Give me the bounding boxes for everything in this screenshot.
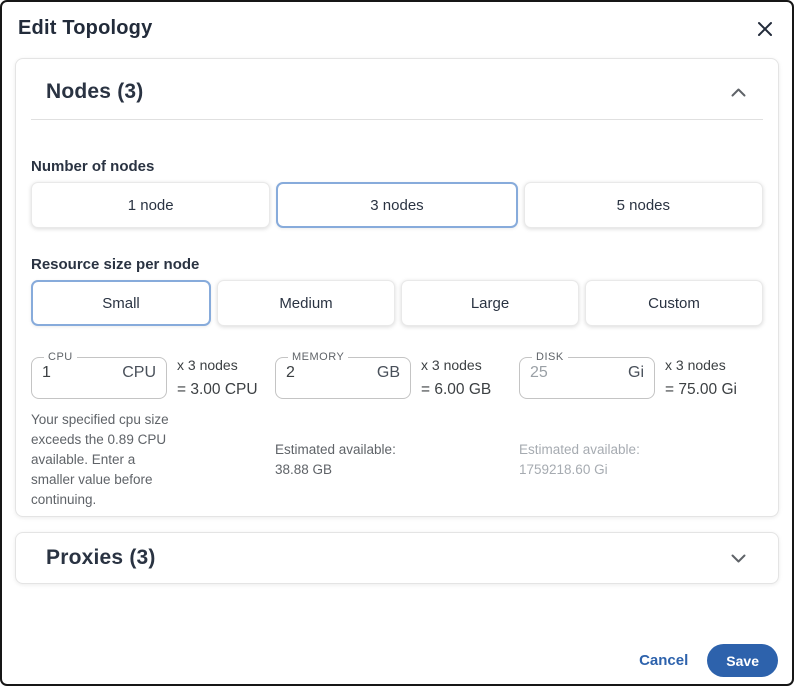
chevron-up-icon[interactable] [729,86,748,99]
disk-input-label: DISK [532,352,568,363]
node-count-options: 1 node 3 nodes 5 nodes [31,182,763,228]
dialog-title: Edit Topology [18,17,152,40]
resource-size-label: Resource size per node [31,256,763,273]
memory-multiplier: x 3 nodes = 6.00 GB [421,352,519,399]
disk-mult-total: = 75.00 Gi [665,381,763,399]
memory-resource-column: MEMORY GB x 3 nodes = 6.00 GB Estimated … [275,352,519,510]
cpu-input-box: CPU CPU [31,352,167,399]
cpu-input[interactable] [42,364,114,382]
dialog-header: Edit Topology [2,2,792,41]
dialog-footer: Cancel Save [2,644,792,684]
cancel-button[interactable]: Cancel [637,646,690,675]
number-of-nodes-label: Number of nodes [31,158,763,175]
cpu-multiplier: x 3 nodes = 3.00 CPU [177,352,275,399]
size-option-small[interactable]: Small [31,280,211,326]
edit-topology-dialog: Edit Topology Nodes (3) Number of nodes … [0,0,794,686]
cpu-unit-label: CPU [122,364,156,382]
memory-mult-total: = 6.00 GB [421,381,519,399]
memory-mult-nodes: x 3 nodes [421,357,519,373]
size-option-custom[interactable]: Custom [585,280,763,326]
proxies-section-card: Proxies (3) [15,532,779,584]
nodes-section-body: Number of nodes 1 node 3 nodes 5 nodes R… [16,120,778,516]
memory-input-label: MEMORY [288,352,348,363]
disk-mult-nodes: x 3 nodes [665,357,763,373]
size-option-large[interactable]: Large [401,280,579,326]
save-button[interactable]: Save [707,644,778,677]
nodes-section-header[interactable]: Nodes (3) [16,59,778,119]
resource-size-options: Small Medium Large Custom [31,280,763,326]
cpu-mult-nodes: x 3 nodes [177,357,275,373]
disk-helper-text: Estimated available: 1759218.60 Gi [519,440,659,480]
disk-input-box: DISK Gi [519,352,655,399]
memory-input-box: MEMORY GB [275,352,411,399]
cpu-input-label: CPU [44,352,77,363]
cpu-helper-text: Your specified cpu size exceeds the 0.89… [31,410,171,510]
node-count-option-3[interactable]: 3 nodes [276,182,517,228]
memory-input[interactable] [286,364,358,382]
disk-input [530,364,602,382]
disk-unit-label: Gi [628,364,644,382]
chevron-down-icon[interactable] [729,552,748,565]
memory-helper-text: Estimated available: 38.88 GB [275,440,415,480]
nodes-section-title: Nodes (3) [46,80,143,104]
memory-unit-label: GB [377,364,400,382]
proxies-section-header[interactable]: Proxies (3) [16,533,778,583]
disk-multiplier: x 3 nodes = 75.00 Gi [665,352,763,399]
node-count-option-5[interactable]: 5 nodes [524,182,763,228]
disk-resource-column: DISK Gi x 3 nodes = 75.00 Gi Estimated a… [519,352,763,510]
resources-row: CPU CPU x 3 nodes = 3.00 CPU Your specif… [31,352,763,510]
cpu-mult-total: = 3.00 CPU [177,381,275,399]
close-icon[interactable] [754,17,776,41]
nodes-section-card: Nodes (3) Number of nodes 1 node 3 nodes… [15,58,779,517]
cpu-resource-column: CPU CPU x 3 nodes = 3.00 CPU Your specif… [31,352,275,510]
proxies-section-title: Proxies (3) [46,546,156,570]
node-count-option-1[interactable]: 1 node [31,182,270,228]
size-option-medium[interactable]: Medium [217,280,395,326]
